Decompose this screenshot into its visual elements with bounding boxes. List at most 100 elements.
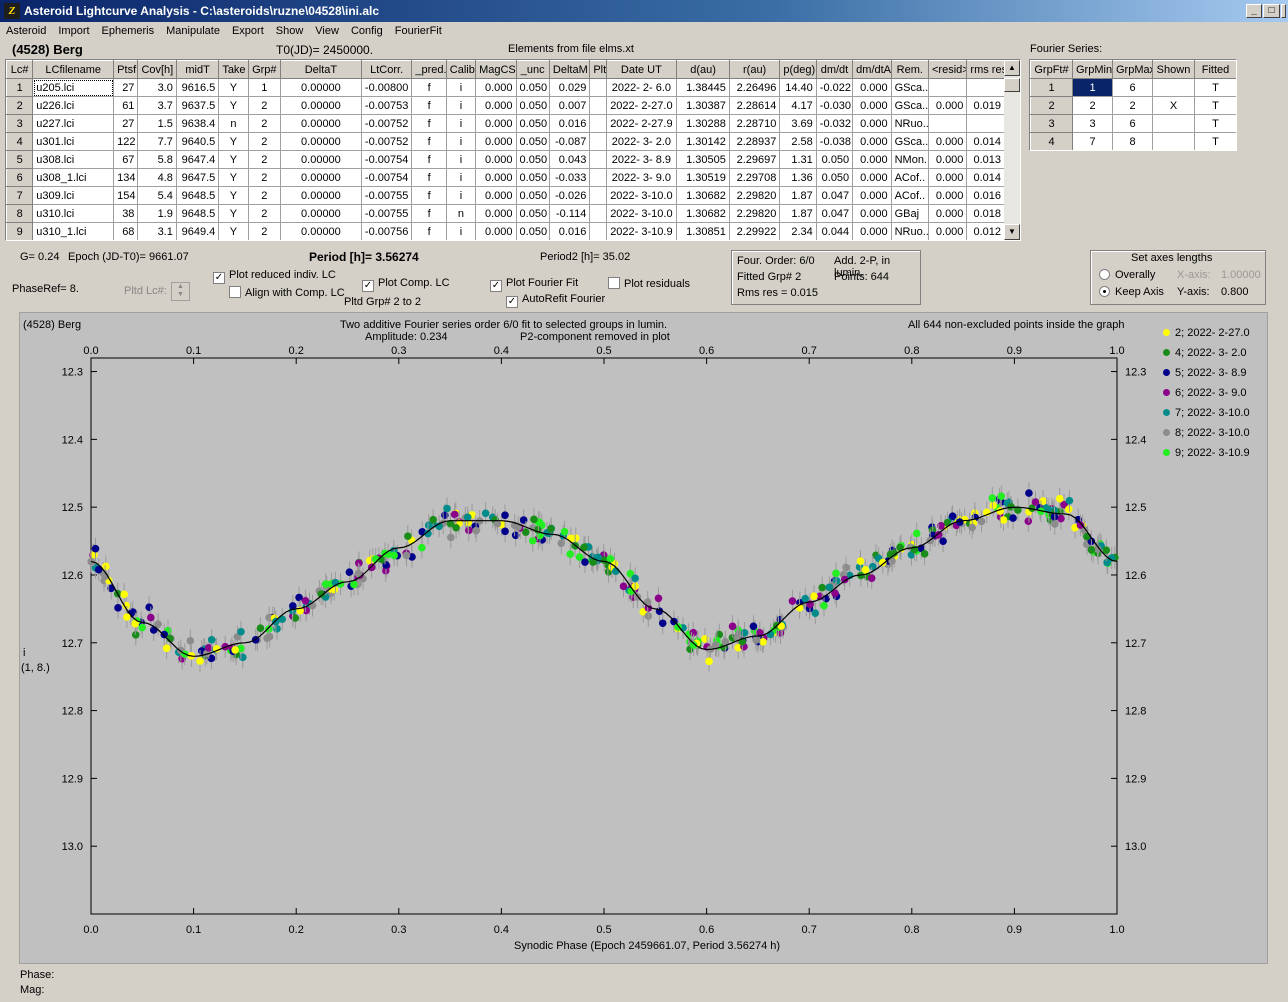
data-point (231, 646, 239, 654)
data-point (350, 580, 358, 589)
data-point (777, 622, 785, 630)
data-point (146, 613, 155, 622)
data-point (920, 550, 929, 558)
x-tick-label-top: 0.6 (699, 345, 714, 357)
data-point (1057, 514, 1065, 523)
data-point (810, 592, 818, 600)
data-point (1087, 545, 1096, 554)
y-tick-label-right: 12.4 (1125, 434, 1146, 446)
data-point (186, 636, 195, 645)
data-point (301, 597, 310, 605)
data-point (658, 619, 667, 628)
chart-object-label: (4528) Berg (23, 319, 82, 331)
data-point (818, 583, 826, 592)
data-point (988, 494, 997, 502)
data-point (465, 526, 473, 535)
legend-label: 9; 2022- 3-10.9 (1175, 447, 1250, 459)
data-point (450, 510, 459, 519)
x-tick-label-top: 0.0 (83, 345, 98, 357)
legend-marker (1163, 349, 1170, 356)
x-axis-label: Synodic Phase (Epoch 2459661.07, Period … (514, 940, 781, 952)
data-point (452, 523, 460, 532)
data-point (120, 590, 128, 599)
data-point (997, 492, 1006, 501)
data-point (418, 543, 426, 552)
data-point (207, 635, 216, 644)
data-point (472, 526, 480, 535)
y-tick-label: 12.6 (62, 570, 83, 582)
data-point (999, 516, 1008, 524)
data-point (256, 624, 265, 632)
data-point (238, 653, 247, 662)
data-point (272, 617, 280, 626)
data-point (114, 604, 122, 612)
x-tick-label: 1.0 (1109, 924, 1124, 936)
data-point (196, 657, 204, 665)
x-tick-label-top: 0.1 (186, 345, 201, 357)
data-point (801, 594, 810, 603)
data-point (1051, 520, 1059, 528)
data-point (237, 627, 245, 636)
x-tick-label-top: 0.7 (802, 345, 817, 357)
data-point (820, 601, 828, 610)
x-tick-label: 0.3 (391, 924, 406, 936)
data-point (447, 533, 455, 542)
data-point (977, 517, 986, 526)
x-tick-label-top: 0.9 (1007, 345, 1022, 357)
legend-label: 8; 2022- 3-10.0 (1175, 427, 1250, 439)
data-point (612, 567, 620, 576)
data-point (886, 550, 895, 559)
x-tick-label: 0.2 (289, 924, 304, 936)
legend-label: 7; 2022- 3-10.0 (1175, 407, 1250, 419)
data-point (519, 516, 528, 524)
x-tick-label: 0.8 (904, 924, 919, 936)
data-point (1083, 532, 1091, 541)
x-tick-label-top: 0.5 (596, 345, 611, 357)
data-point (522, 528, 530, 536)
legend-item: 7; 2022- 3-10.0 (1163, 407, 1250, 419)
y-axis-label: i (23, 647, 26, 659)
y-tick-label: 12.4 (62, 434, 83, 446)
data-point (861, 565, 870, 574)
legend-marker (1163, 409, 1170, 416)
lightcurve-chart[interactable]: 0.0 0.0 0.1 0.1 0.2 0.2 0.3 0.3 0.4 0.4 0.5 0.5 0.6 0… (0, 0, 1288, 1002)
legend-marker (1163, 369, 1170, 376)
x-tick-label: 0.4 (494, 924, 509, 936)
y-tick-label: 12.8 (62, 706, 83, 718)
data-point (939, 537, 947, 545)
data-point (402, 551, 411, 560)
legend-marker (1163, 429, 1170, 436)
y-tick-label-right: 13.0 (1125, 841, 1146, 853)
y-tick-label-right: 12.8 (1125, 706, 1146, 718)
y-tick-label-right: 12.9 (1125, 773, 1146, 785)
x-tick-label-top: 0.8 (904, 345, 919, 357)
data-point (547, 524, 555, 533)
chart-p2-note: P2-component removed in plot (520, 331, 670, 343)
data-point (566, 550, 575, 558)
data-point (390, 551, 398, 560)
data-point (856, 557, 865, 566)
data-point (749, 622, 758, 631)
data-point (530, 515, 538, 524)
data-point (788, 597, 797, 605)
data-point (481, 509, 490, 518)
y-tick-label: 13.0 (62, 841, 83, 853)
legend-item: 8; 2022- 3-10.0 (1163, 427, 1250, 439)
legend-item: 9; 2022- 3-10.9 (1163, 447, 1250, 459)
legend-item: 2; 2022- 2-27.0 (1163, 327, 1250, 339)
x-tick-label: 0.7 (802, 924, 817, 936)
y-tick-label: 12.5 (62, 502, 83, 514)
data-point (606, 555, 615, 563)
legend-label: 5; 2022- 3- 8.9 (1175, 367, 1247, 379)
data-point (429, 515, 437, 524)
data-point (138, 623, 147, 632)
data-point (948, 512, 957, 520)
y-tick-label-right: 12.5 (1125, 502, 1146, 514)
x-tick-label-top: 0.3 (391, 345, 406, 357)
data-point (560, 527, 569, 536)
plot-area[interactable] (90, 357, 1118, 915)
data-point (705, 657, 713, 666)
data-point (832, 569, 840, 578)
x-tick-label-top: 0.4 (494, 345, 509, 357)
data-point (912, 529, 921, 538)
